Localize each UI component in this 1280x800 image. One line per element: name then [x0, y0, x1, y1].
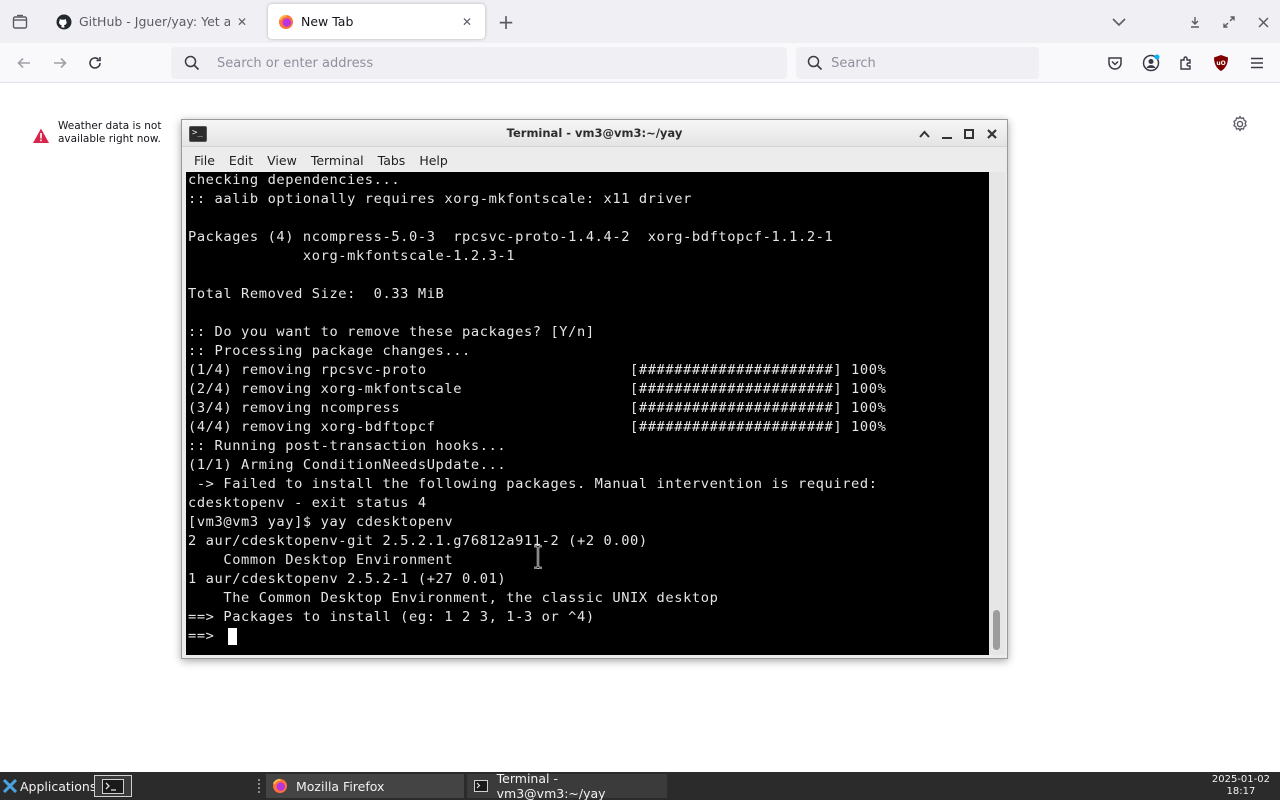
search-icon: [806, 54, 823, 72]
pocket-button[interactable]: [1105, 53, 1125, 73]
reload-button[interactable]: [85, 53, 105, 73]
navigation-toolbar: uO: [0, 43, 1280, 83]
chevron-up-icon: [918, 130, 930, 138]
maximize-icon: [964, 129, 974, 139]
taskbar-task-terminal[interactable]: Terminal - vm3@vm3:~/yay: [467, 771, 667, 800]
restore-arrows-icon: [1223, 16, 1235, 28]
address-bar[interactable]: [171, 47, 787, 79]
firefox-icon: [278, 14, 294, 30]
terminal-maximize-button[interactable]: [960, 125, 978, 143]
close-tab-icon[interactable]: ✕: [455, 10, 479, 34]
account-button[interactable]: [1141, 53, 1161, 73]
taskbar: Applications Mozilla Firefox Terminal - …: [0, 771, 1280, 800]
new-tab-button[interactable]: +: [494, 10, 518, 34]
customize-newtab-button[interactable]: [1230, 114, 1250, 134]
menu-help[interactable]: Help: [412, 153, 455, 168]
terminal-scrollbar[interactable]: [989, 172, 1005, 655]
menu-tabs[interactable]: Tabs: [371, 153, 413, 168]
terminal-menubar: File Edit View Terminal Tabs Help: [182, 148, 1007, 172]
terminal-screen[interactable]: checking dependencies... :: aalib option…: [186, 172, 989, 655]
pocket-icon: [1108, 57, 1122, 70]
menu-edit[interactable]: Edit: [222, 153, 260, 168]
clock-time: 18:17: [1226, 786, 1256, 797]
menu-file[interactable]: File: [187, 153, 222, 168]
task-label: Terminal - vm3@vm3:~/yay: [496, 771, 606, 800]
clock[interactable]: 2025-01-02 18:17: [1212, 774, 1270, 798]
firefox-view-icon: [12, 14, 28, 29]
search-input[interactable]: [831, 55, 1039, 71]
terminal-close-button[interactable]: [983, 125, 1001, 143]
list-all-tabs-button[interactable]: [1109, 12, 1129, 32]
tab-title: GitHub - Jguer/yay: Yet ano: [79, 14, 230, 29]
xfce-logo-icon: [3, 779, 17, 793]
account-icon: [1142, 54, 1160, 72]
back-arrow-icon: [17, 57, 30, 69]
close-icon: [1257, 16, 1269, 28]
chevron-down-icon: [1112, 18, 1126, 27]
extensions-button[interactable]: [1176, 53, 1196, 73]
weather-widget: Weather data is not available right now.: [32, 120, 168, 146]
terminal-prompt: ==>: [188, 628, 224, 644]
terminal-shade-button[interactable]: [915, 125, 933, 143]
weather-unavailable-message: Weather data is not available right now.: [58, 120, 162, 145]
minimize-icon: [942, 137, 952, 139]
forward-button[interactable]: [50, 53, 70, 73]
address-input[interactable]: [217, 55, 772, 71]
scrollbar-thumb[interactable]: [993, 610, 1000, 650]
close-tab-icon[interactable]: ✕: [230, 10, 254, 34]
tab-title: New Tab: [301, 14, 354, 29]
warning-icon: [33, 128, 49, 143]
back-button[interactable]: [14, 53, 34, 73]
terminal-title: Terminal - vm3@vm3:~/yay: [506, 126, 683, 140]
clock-date: 2025-01-02: [1211, 774, 1270, 785]
hamburger-menu-icon: [1251, 57, 1263, 69]
app-menu-button[interactable]: [1247, 53, 1267, 73]
ublock-origin-button[interactable]: uO: [1211, 53, 1231, 73]
taskbar-separator: [258, 779, 262, 793]
tab-github[interactable]: GitHub - Jguer/yay: Yet ano ✕: [46, 4, 260, 39]
forward-arrow-icon: [54, 57, 67, 69]
terminal-cursor: [228, 628, 238, 645]
workspace-switcher[interactable]: [94, 775, 132, 797]
window-close-button[interactable]: [1253, 12, 1273, 32]
firefox-icon: [272, 778, 288, 794]
search-icon: [183, 54, 201, 72]
terminal-window[interactable]: >_ Terminal - vm3@vm3:~/yay File Edit Vi…: [181, 119, 1008, 659]
puzzle-icon: [1180, 56, 1191, 70]
download-arrow-icon: [1191, 17, 1199, 28]
gear-icon: [1233, 115, 1247, 132]
terminal-input-line[interactable]: ==>: [188, 627, 238, 646]
menu-terminal[interactable]: Terminal: [304, 153, 371, 168]
reload-icon: [89, 57, 101, 69]
window-minimize-button[interactable]: [1185, 12, 1205, 32]
github-icon: [56, 14, 72, 30]
taskbar-task-firefox[interactable]: Mozilla Firefox: [266, 774, 464, 798]
tab-strip: GitHub - Jguer/yay: Yet ano ✕ New Tab ✕ …: [0, 0, 1280, 43]
plus-icon: +: [497, 10, 515, 34]
close-icon: [987, 129, 997, 139]
firefox-view-button[interactable]: [10, 12, 30, 32]
svg-text:uO: uO: [1216, 60, 1225, 67]
window-restore-button[interactable]: [1219, 12, 1239, 32]
text-cursor-icon: [534, 545, 542, 569]
terminal-icon: [473, 778, 489, 794]
terminal-titlebar[interactable]: >_ Terminal - vm3@vm3:~/yay: [182, 120, 1007, 147]
task-label: Mozilla Firefox: [296, 778, 385, 794]
tab-new-tab[interactable]: New Tab ✕: [268, 4, 485, 39]
applications-label: Applications: [20, 778, 97, 794]
menu-view[interactable]: View: [260, 153, 304, 168]
search-bar[interactable]: [796, 47, 1039, 79]
terminal-icon: [102, 778, 124, 794]
terminal-minimize-button[interactable]: [938, 125, 956, 143]
ublock-shield-icon: uO: [1214, 55, 1228, 71]
applications-menu-button[interactable]: Applications: [0, 772, 96, 800]
